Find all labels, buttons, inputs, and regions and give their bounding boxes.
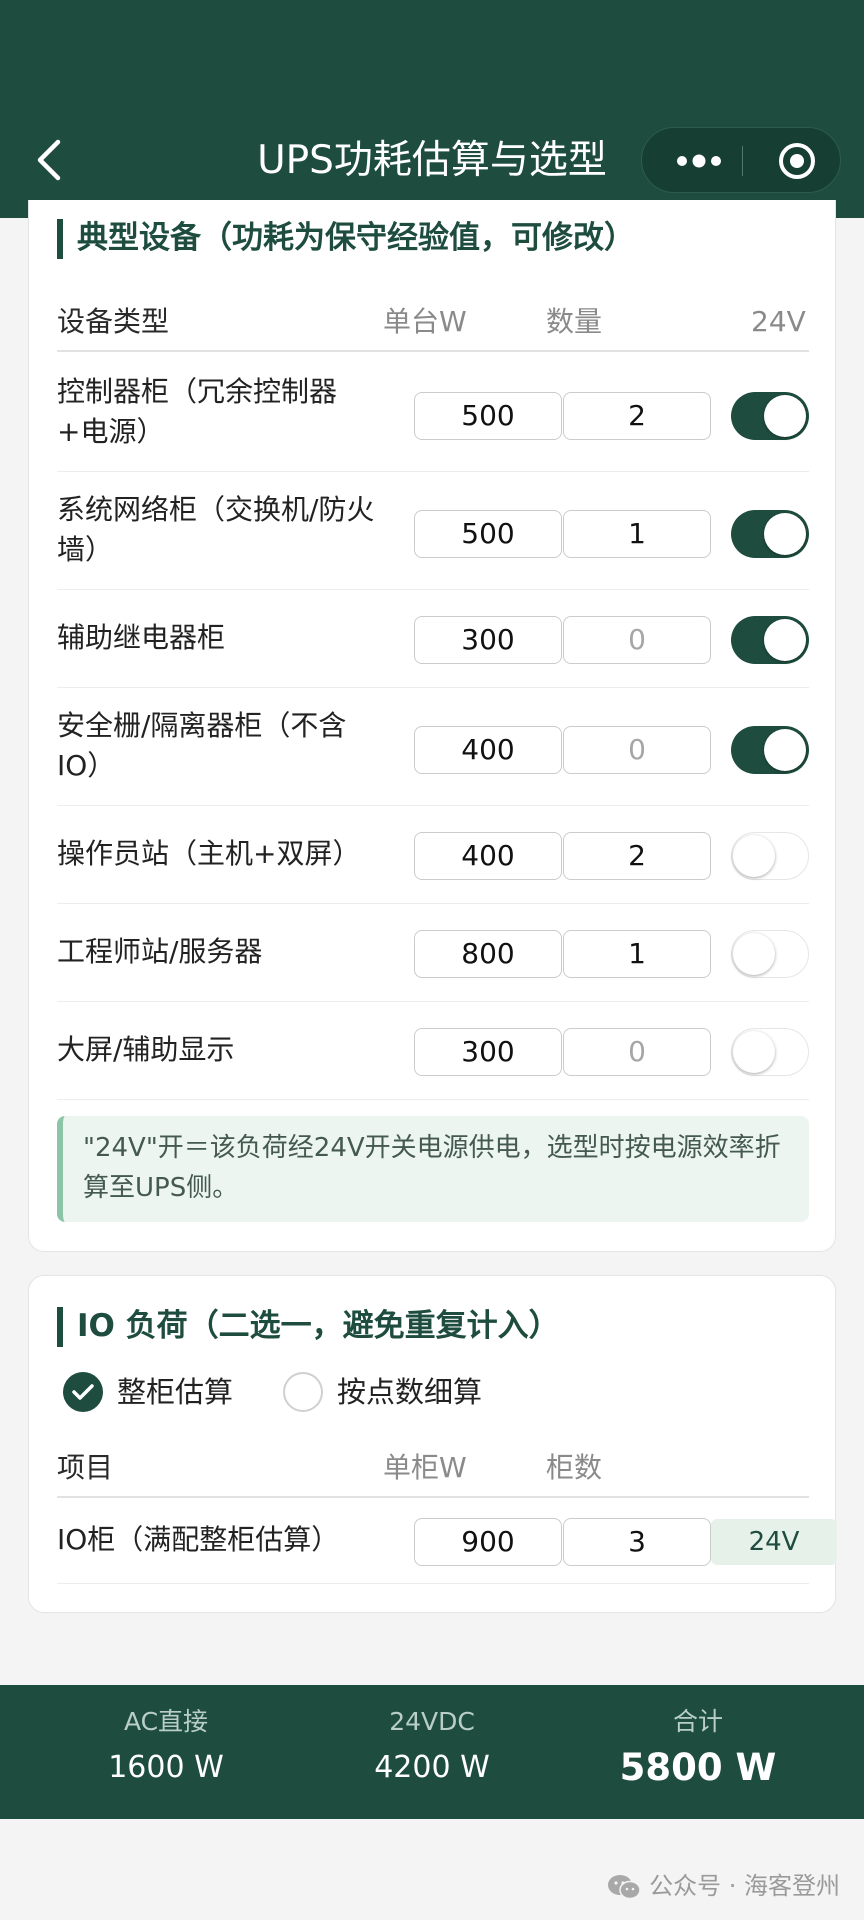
v24-toggle[interactable]: [731, 616, 809, 664]
device-name: 操作员站（主机+双屏）: [57, 837, 361, 870]
summary-bar: AC直接 1600 W 24VDC 4200 W 合计 5800 W: [0, 1685, 864, 1819]
io-section-title: IO 负荷（二选一，避免重复计入）: [57, 1306, 560, 1347]
io-load-card: IO 负荷（二选一，避免重复计入） 整柜估算 按点数细算 项目 单柜W 柜数 I…: [28, 1275, 837, 1613]
app-bar: UPS功耗估算与选型: [0, 0, 864, 218]
wechat-icon: [608, 1875, 641, 1900]
table-row: 辅助继电器柜 300 0: [57, 590, 809, 688]
summary-value: 4200 W: [374, 1750, 490, 1785]
quantity-input[interactable]: 1: [563, 930, 711, 978]
radio-label-whole-cabinet[interactable]: 整柜估算: [117, 1372, 233, 1412]
col-device-type: 设备类型: [57, 305, 170, 338]
col-item: 项目: [57, 1451, 114, 1484]
summary-value: 1600 W: [108, 1750, 224, 1785]
v24-toggle[interactable]: [731, 930, 809, 978]
quantity-input[interactable]: 2: [563, 392, 711, 440]
table-row: 系统网络柜（交换机/防火墙） 500 1: [57, 472, 809, 590]
io-table-header: 项目 单柜W 柜数: [57, 1442, 809, 1498]
col-24v: 24V: [751, 305, 806, 338]
radio-by-points[interactable]: [283, 1372, 323, 1412]
device-name: 辅助继电器柜: [57, 621, 226, 654]
device-name: 系统网络柜（交换机/防火墙）: [57, 493, 375, 566]
summary-label: 合计: [672, 1707, 723, 1736]
table-row: 控制器柜（冗余控制器+电源） 500 2: [57, 354, 809, 472]
device-name: 工程师站/服务器: [57, 935, 263, 968]
col-unit-watt: 单台W: [383, 305, 467, 338]
summary-total: 合计 5800 W: [554, 1685, 842, 1819]
cabinet-watt-input[interactable]: 900: [414, 1518, 562, 1566]
unit-watt-input[interactable]: 400: [414, 832, 562, 880]
col-quantity: 数量: [546, 305, 603, 338]
toggle-knob: [733, 932, 775, 975]
watermark-text: 公众号 · 海客登州: [649, 1872, 840, 1900]
summary-total-value: 5800 W: [619, 1746, 777, 1789]
table-row: 大屏/辅助显示 300 0: [57, 1002, 809, 1100]
typical-section-title: 典型设备（功耗为保守经验值，可修改）: [57, 218, 635, 259]
io-item-name: IO柜（满配整柜估算）: [57, 1523, 340, 1556]
toggle-knob: [733, 1030, 775, 1073]
close-mini-program-button[interactable]: [772, 136, 822, 186]
capsule-divider: [742, 146, 743, 176]
summary-label: 24VDC: [389, 1707, 475, 1736]
unit-watt-input[interactable]: 800: [414, 930, 562, 978]
toggle-knob: [764, 513, 806, 555]
toggle-knob: [733, 834, 775, 877]
target-circle-icon: [779, 143, 815, 179]
typical-table-header: 设备类型 单台W 数量 24V: [57, 296, 809, 352]
table-row: IO柜（满配整柜估算） 900 3 24V: [57, 1500, 837, 1584]
v24-toggle[interactable]: [731, 510, 809, 558]
quantity-input[interactable]: 0: [563, 726, 711, 774]
more-button[interactable]: [662, 128, 737, 194]
col-cabinet-watt: 单柜W: [383, 1451, 467, 1484]
v24-toggle[interactable]: [731, 1028, 809, 1076]
check-icon: [72, 1384, 94, 1400]
table-row: 工程师站/服务器 800 1: [57, 904, 809, 1002]
device-name: 大屏/辅助显示: [57, 1033, 235, 1066]
summary-label: AC直接: [123, 1707, 209, 1736]
more-dots-icon: [677, 154, 721, 168]
summary-24vdc: 24VDC 4200 W: [288, 1685, 576, 1819]
radio-label-by-points[interactable]: 按点数细算: [337, 1372, 482, 1412]
cabinet-count-input[interactable]: 3: [563, 1518, 711, 1566]
v24-toggle[interactable]: [731, 392, 809, 440]
v24-note: "24V"开＝该负荷经24V开关电源供电，选型时按电源效率折算至UPS侧。: [57, 1116, 809, 1222]
toggle-knob: [764, 395, 806, 437]
mini-program-capsule: [641, 127, 841, 193]
quantity-input[interactable]: 1: [563, 510, 711, 558]
unit-watt-input[interactable]: 400: [414, 726, 562, 774]
unit-watt-input[interactable]: 300: [414, 616, 562, 664]
v24-toggle[interactable]: [731, 832, 809, 880]
unit-watt-input[interactable]: 500: [414, 510, 562, 558]
table-row: 安全栅/隔离器柜（不含IO） 400 0: [57, 688, 809, 806]
device-name: 控制器柜（冗余控制器+电源）: [57, 375, 338, 448]
toggle-knob: [764, 619, 806, 661]
table-row: 操作员站（主机+双屏） 400 2: [57, 806, 809, 904]
quantity-input[interactable]: 2: [563, 832, 711, 880]
v24-toggle[interactable]: [731, 726, 809, 774]
unit-watt-input[interactable]: 500: [414, 392, 562, 440]
col-cabinet-count: 柜数: [546, 1451, 603, 1484]
typical-devices-card: 典型设备（功耗为保守经验值，可修改） 设备类型 单台W 数量 24V 控制器柜（…: [28, 200, 836, 1252]
toggle-knob: [764, 729, 806, 771]
summary-ac-direct: AC直接 1600 W: [22, 1685, 310, 1819]
quantity-input[interactable]: 0: [563, 1028, 711, 1076]
v24-tag: 24V: [711, 1519, 837, 1565]
watermark: 公众号 · 海客登州: [607, 1866, 840, 1906]
radio-whole-cabinet[interactable]: [63, 1372, 103, 1412]
quantity-input[interactable]: 0: [563, 616, 711, 664]
unit-watt-input[interactable]: 300: [414, 1028, 562, 1076]
device-name: 安全栅/隔离器柜（不含IO）: [57, 709, 347, 782]
